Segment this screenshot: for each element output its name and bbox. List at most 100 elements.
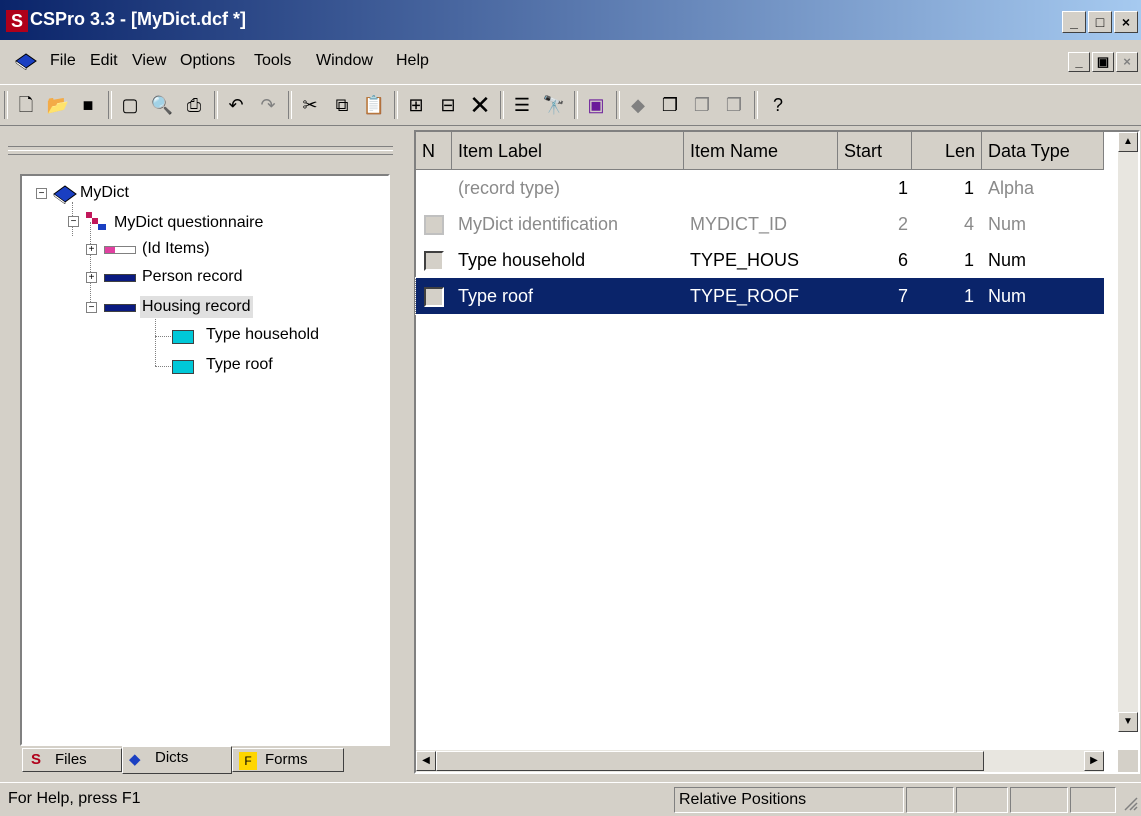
row-checkbox[interactable] [424, 251, 444, 271]
collapse-icon[interactable]: − [86, 302, 97, 313]
col-header-start[interactable]: Start [838, 132, 912, 170]
properties-icon[interactable]: ☰ [508, 91, 536, 119]
table-row-selected[interactable]: Type roof TYPE_ROOF 7 1 Num [415, 277, 1105, 315]
print-preview-icon[interactable]: 🔍 [148, 91, 176, 119]
status-mode: Relative Positions [674, 787, 904, 813]
maximize-button[interactable]: □ [1088, 11, 1112, 33]
add-item-icon[interactable]: ⊞ [402, 91, 430, 119]
tree-node-type-roof[interactable]: Type roof [206, 354, 273, 376]
help-icon[interactable]: ? [764, 91, 792, 119]
tree-connector [155, 366, 171, 367]
vertical-scrollbar[interactable]: ▲ ▼ [1118, 132, 1138, 732]
toolbar-separator [394, 91, 398, 119]
menu-tools[interactable]: Tools [254, 52, 291, 70]
scroll-up-button[interactable]: ▲ [1118, 132, 1138, 152]
scroll-right-button[interactable]: ▶ [1084, 751, 1104, 771]
new-icon[interactable]: 🗋 [12, 91, 40, 119]
menu-options[interactable]: Options [180, 52, 235, 70]
forms2-icon[interactable]: ❐ [688, 91, 716, 119]
col-header-n[interactable]: N [416, 132, 452, 170]
tree-node-person-record[interactable]: Person record [142, 266, 243, 288]
find-icon[interactable]: 🔭 [540, 91, 568, 119]
print-icon[interactable]: ⎙ [180, 91, 208, 119]
row-checkbox[interactable] [424, 215, 444, 235]
table-row[interactable]: MyDict identification MYDICT_ID 2 4 Num [416, 206, 1104, 242]
undo-icon[interactable]: ↶ [222, 91, 250, 119]
toolbar-separator [616, 91, 620, 119]
save-icon[interactable]: ■ [74, 91, 102, 119]
mdi-close-button[interactable]: × [1116, 52, 1138, 72]
insert-item-icon[interactable]: ⊟ [434, 91, 462, 119]
table-row[interactable]: Type household TYPE_HOUS 6 1 Num [416, 242, 1104, 278]
cell-len: 1 [964, 250, 975, 270]
delete-icon[interactable]: ✕ [466, 91, 494, 119]
expand-icon[interactable]: + [86, 244, 97, 255]
cell-type: Num [988, 286, 1027, 306]
tree-connector [155, 336, 171, 337]
tree-node-type-household[interactable]: Type household [206, 324, 319, 346]
tree-node-housing-record[interactable]: Housing record [140, 296, 253, 318]
collapse-icon[interactable]: − [36, 188, 47, 199]
collapse-icon[interactable]: − [68, 216, 79, 227]
col-header-data-type[interactable]: Data Type [982, 132, 1104, 170]
menu-help[interactable]: Help [396, 52, 429, 70]
pane-grip [8, 150, 393, 151]
dictionary-icon[interactable]: ◆ [624, 91, 652, 119]
dictionary-tree[interactable]: − MyDict − MyDict questionnaire + (Id It… [20, 174, 390, 746]
menu-edit[interactable]: Edit [90, 52, 118, 70]
status-help-text: For Help, press F1 [8, 790, 141, 807]
tree-connector [90, 222, 91, 302]
paste-icon[interactable]: 📋 [360, 91, 388, 119]
toolbar-separator [4, 91, 8, 119]
cell-start: 6 [898, 250, 909, 270]
scroll-left-button[interactable]: ◀ [416, 751, 436, 771]
menu-view[interactable]: View [132, 52, 166, 70]
tree-node-mydict[interactable]: MyDict [80, 182, 129, 204]
col-header-len[interactable]: Len [912, 132, 982, 170]
row-checkbox[interactable] [424, 287, 444, 307]
status-panel [1010, 787, 1068, 813]
record-icon [104, 274, 136, 282]
cell-len: 1 [964, 178, 975, 198]
menu-window[interactable]: Window [316, 52, 373, 70]
mdi-restore-button[interactable]: ▣ [1092, 52, 1114, 72]
tab-forms[interactable]: F Forms [232, 748, 344, 772]
dicts-icon: ◆ [129, 751, 141, 768]
col-header-item-label[interactable]: Item Label [452, 132, 684, 170]
tab-label: Files [55, 751, 87, 768]
scroll-thumb[interactable] [436, 751, 984, 771]
col-header-item-name[interactable]: Item Name [684, 132, 838, 170]
cut-icon[interactable]: ✂ [296, 91, 324, 119]
cell-label: (record type) [458, 178, 561, 198]
item-grid[interactable]: N Item Label Item Name Start Len Data Ty… [414, 130, 1140, 774]
tree-node-questionnaire[interactable]: MyDict questionnaire [114, 212, 263, 234]
layout-icon[interactable]: ▣ [582, 91, 610, 119]
expand-icon[interactable]: + [86, 272, 97, 283]
scroll-down-button[interactable]: ▼ [1118, 712, 1138, 732]
tab-dicts[interactable]: ◆ Dicts [122, 746, 232, 774]
cell-type: Num [988, 214, 1027, 234]
close-button[interactable]: × [1114, 11, 1138, 33]
resize-grip-icon[interactable] [1122, 795, 1138, 811]
tab-files[interactable]: S Files [22, 748, 122, 772]
forms-icon[interactable]: ❐ [656, 91, 684, 119]
table-row[interactable]: (record type) 1 1 Alpha [416, 170, 1104, 206]
tab-label: Dicts [155, 749, 189, 766]
copy-icon[interactable]: ⧉ [328, 91, 356, 119]
forms-icon: F [239, 752, 257, 770]
status-panel [956, 787, 1008, 813]
cell-label: Type roof [458, 286, 534, 306]
forms3-icon[interactable]: ❐ [720, 91, 748, 119]
page-icon[interactable]: ▢ [116, 91, 144, 119]
horizontal-scrollbar[interactable]: ◀ ▶ [416, 750, 1104, 772]
level-icon [86, 212, 106, 230]
item-icon [172, 360, 194, 374]
cell-type: Alpha [988, 178, 1035, 198]
open-icon[interactable]: 📂 [44, 91, 72, 119]
minimize-button[interactable]: _ [1062, 11, 1086, 33]
cell-start: 2 [898, 214, 909, 234]
tree-node-id-items[interactable]: (Id Items) [142, 238, 210, 260]
mdi-minimize-button[interactable]: _ [1068, 52, 1090, 72]
menu-file[interactable]: File [50, 52, 76, 70]
redo-icon[interactable]: ↷ [254, 91, 282, 119]
